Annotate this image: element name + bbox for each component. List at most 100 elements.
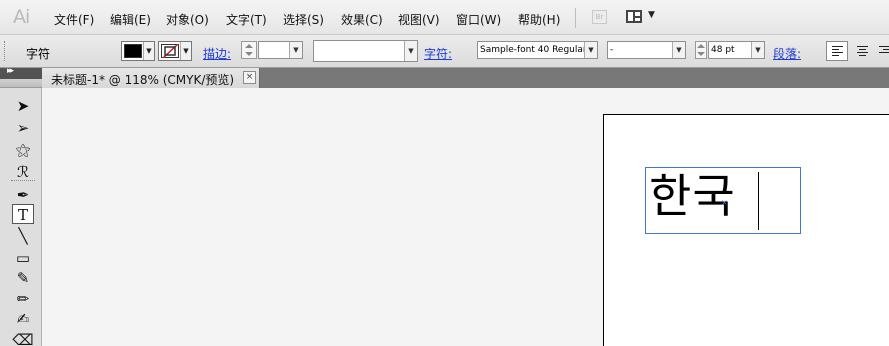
stepper-down-icon[interactable]	[697, 52, 705, 56]
stroke-color-swatch[interactable]: ▼	[158, 41, 192, 61]
font-style-value: -	[610, 45, 614, 55]
stroke-none-chip	[161, 44, 179, 58]
align-right-icon	[879, 46, 889, 47]
font-size-stepper[interactable]	[695, 41, 707, 59]
bridge-button[interactable]: Br	[592, 10, 607, 24]
dropdown-arrow-icon: ▼	[289, 42, 302, 58]
illustrator-window: Ai 文件(F) 编辑(E) 对象(O) 文字(T) 选择(S) 效果(C) 视…	[0, 0, 889, 346]
align-center-icon-line	[859, 55, 866, 56]
dropdown-arrow-icon: ▼	[584, 42, 597, 58]
pen-icon: ✒	[16, 186, 30, 204]
dropdown-arrow-icon: ▼	[648, 10, 655, 20]
control-bar: 字符 ▼ ▼ 描边: ▼ ▼ 字符: Sample-font 40 Regula…	[0, 35, 889, 68]
font-style-dropdown[interactable]: - ▼	[607, 41, 686, 59]
menu-divider	[575, 8, 576, 28]
close-icon[interactable]: ×	[243, 71, 256, 84]
magic-wand-tool[interactable]: ⚝	[12, 140, 34, 160]
dropdown-arrow-icon: ▼	[180, 42, 191, 60]
blob-brush-icon: ✍	[16, 310, 30, 328]
eraser-icon: ⌫	[12, 331, 34, 346]
font-size-field[interactable]: 48 pt ▼	[708, 41, 765, 59]
paintbrush-tool[interactable]: ✎	[12, 268, 34, 288]
dropdown-arrow-icon: ▼	[404, 41, 417, 61]
text-frame[interactable]: 한국 ×	[645, 167, 801, 234]
magic-wand-icon: ⚝	[15, 141, 31, 159]
direct-selection-tool[interactable]: ➢	[12, 118, 34, 138]
align-center-icon-line	[859, 49, 866, 50]
workspace-switcher-button[interactable]: ▼	[626, 9, 658, 25]
app-logo: Ai	[13, 6, 30, 28]
font-family-value: Sample-font 40 Regular	[480, 45, 587, 55]
pen-tool[interactable]: ✒	[12, 185, 34, 205]
menu-file[interactable]: 文件(F)	[54, 11, 94, 28]
align-right-button[interactable]	[876, 41, 889, 61]
lasso-icon: ℛ	[17, 163, 29, 181]
text-cursor	[758, 172, 759, 230]
rectangle-icon: ▭	[15, 249, 31, 267]
selection-icon: ➤	[16, 97, 30, 115]
panel-grip[interactable]	[4, 41, 6, 61]
stroke-weight-stepper[interactable]	[241, 41, 257, 59]
pencil-icon: ✏	[16, 290, 30, 308]
menu-help[interactable]: 帮助(H)	[518, 11, 560, 28]
canvas-area[interactable]: 한국 ×	[42, 88, 889, 346]
font-family-dropdown[interactable]: Sample-font 40 Regular ▼	[477, 41, 598, 59]
fill-color-swatch[interactable]: ▼	[121, 41, 155, 61]
dropdown-arrow-icon: ▼	[672, 42, 685, 58]
stroke-weight-field[interactable]: ▼	[258, 41, 303, 59]
text-content[interactable]: 한국	[649, 162, 736, 230]
stepper-up-icon[interactable]	[697, 44, 705, 48]
eraser-tool[interactable]: ⌫	[12, 330, 34, 346]
menu-view[interactable]: 视图(V)	[398, 11, 440, 28]
layout-grid-icon	[626, 10, 642, 23]
dropdown-arrow-icon: ▼	[751, 42, 764, 58]
font-size-value: 48 pt	[711, 45, 735, 55]
collapse-panel-icon[interactable]: ▸▸	[7, 66, 14, 76]
paintbrush-icon: ✎	[16, 269, 30, 287]
tools-panel-header[interactable]: ▸▸	[0, 66, 42, 79]
align-center-icon-line	[857, 52, 868, 53]
lasso-tool[interactable]: ℛ	[12, 162, 34, 182]
selection-tool[interactable]: ➤	[12, 96, 34, 116]
blob-brush-tool[interactable]: ✍	[12, 309, 34, 329]
line-tool[interactable]: ╲	[12, 226, 34, 246]
align-left-icon	[832, 46, 843, 47]
style-dropdown[interactable]: ▼	[313, 40, 418, 62]
control-mode-label: 字符	[26, 47, 51, 61]
align-left-button[interactable]	[826, 41, 848, 61]
tools-panel-grip[interactable]	[0, 79, 42, 88]
dropdown-arrow-icon: ▼	[143, 42, 154, 60]
menu-window[interactable]: 窗口(W)	[456, 11, 501, 28]
align-center-button[interactable]	[852, 41, 874, 61]
align-right-icon-line	[883, 49, 889, 50]
menu-bar: Ai 文件(F) 编辑(E) 对象(O) 文字(T) 选择(S) 效果(C) 视…	[0, 0, 889, 35]
menu-select[interactable]: 选择(S)	[283, 11, 324, 28]
type-tool[interactable]: T	[12, 204, 34, 224]
menu-effect[interactable]: 效果(C)	[341, 11, 383, 28]
align-left-icon-line	[832, 55, 839, 56]
menu-object[interactable]: 对象(O)	[166, 11, 209, 28]
align-center-icon	[857, 46, 868, 47]
tool-group-divider	[11, 180, 35, 181]
align-right-icon-line	[879, 52, 889, 53]
menu-edit[interactable]: 编辑(E)	[110, 11, 151, 28]
rectangle-tool[interactable]: ▭	[12, 248, 34, 268]
paragraph-label[interactable]: 段落:	[773, 45, 801, 62]
character-label[interactable]: 字符:	[424, 45, 452, 62]
align-left-icon-line	[832, 49, 839, 50]
stepper-up-icon[interactable]	[245, 44, 253, 48]
direct-selection-icon: ➢	[16, 119, 30, 137]
artboard[interactable]: 한국 ×	[603, 114, 889, 346]
fill-color-chip	[124, 44, 142, 58]
align-left-icon-line	[832, 52, 843, 53]
document-tab[interactable]: 未标题-1* @ 118% (CMYK/预览) ×	[42, 68, 260, 88]
line-icon: ╲	[18, 227, 28, 245]
pencil-tool[interactable]: ✏	[12, 289, 34, 309]
stroke-label[interactable]: 描边:	[203, 45, 231, 62]
menu-type[interactable]: 文字(T)	[226, 11, 267, 28]
document-tab-title: 未标题-1* @ 118% (CMYK/预览)	[51, 73, 235, 87]
none-slash-icon	[161, 44, 179, 58]
center-point-icon: ×	[721, 198, 728, 207]
document-tab-bar: 未标题-1* @ 118% (CMYK/预览) ×	[42, 68, 889, 88]
stepper-down-icon[interactable]	[245, 52, 253, 56]
